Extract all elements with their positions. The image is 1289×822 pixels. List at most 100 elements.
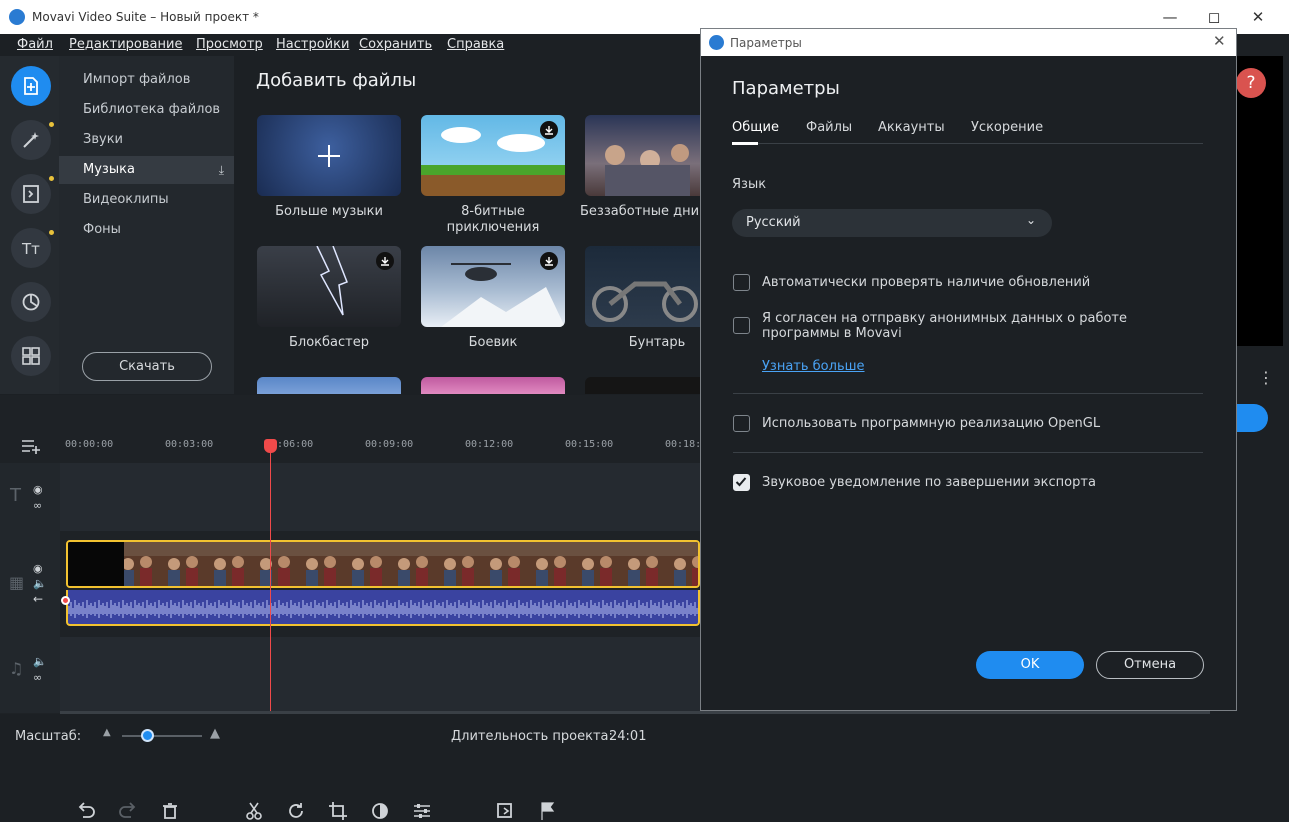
active-tab-indicator <box>732 142 758 145</box>
arrow-left-icon[interactable]: ← <box>33 592 43 606</box>
tab-acceleration[interactable]: Ускорение <box>971 120 1043 135</box>
link-icon[interactable]: ∞ <box>33 499 42 512</box>
export-sound-checkbox[interactable] <box>733 474 750 491</box>
menu-settings[interactable]: Настройки <box>276 37 349 52</box>
export-button[interactable] <box>1236 404 1268 432</box>
playhead[interactable] <box>270 440 271 712</box>
tile-carefree-days[interactable] <box>585 115 700 196</box>
category-import[interactable]: Импорт файлов <box>59 66 234 94</box>
tile-partial[interactable] <box>421 377 565 394</box>
crop-icon[interactable] <box>327 800 349 822</box>
ruler-tick: 00:15:00 <box>565 439 614 450</box>
category-library[interactable]: Библиотека файлов <box>59 96 234 124</box>
marker-flag-icon[interactable] <box>537 800 559 822</box>
opengl-checkbox[interactable] <box>733 415 750 432</box>
zoom-slider[interactable] <box>122 735 202 737</box>
tile-label: Больше музыки <box>275 204 383 219</box>
minimize-button[interactable]: — <box>1158 6 1182 28</box>
download-button[interactable]: Скачать <box>82 352 212 381</box>
color-adjust-icon[interactable] <box>369 800 391 822</box>
cancel-button[interactable]: Отмена <box>1096 651 1204 679</box>
svg-text:Tт: Tт <box>21 240 40 258</box>
category-sounds[interactable]: Звуки <box>59 126 234 154</box>
text-track[interactable] <box>60 463 700 531</box>
help-icon[interactable]: ? <box>1236 68 1266 98</box>
playhead-handle[interactable] <box>264 439 277 453</box>
download-icon[interactable] <box>540 121 558 139</box>
overlay-icon[interactable] <box>495 800 517 822</box>
ok-button[interactable]: OK <box>976 651 1084 679</box>
tile-more-music[interactable] <box>257 115 401 196</box>
window-title: Movavi Video Suite – Новый проект * <box>32 10 259 24</box>
zoom-in-icon[interactable]: ▲ <box>210 726 220 741</box>
learn-more-link[interactable]: Узнать больше <box>762 359 865 374</box>
undo-icon[interactable] <box>75 800 97 822</box>
category-backgrounds[interactable]: Фоны <box>59 216 234 244</box>
divider <box>733 452 1203 453</box>
stickers-icon[interactable] <box>11 282 51 322</box>
transitions-icon[interactable] <box>11 174 54 214</box>
tile-label: 8-битные приключения <box>446 204 540 235</box>
audio-waveform[interactable] <box>66 590 700 626</box>
magic-wand-icon[interactable] <box>11 120 54 160</box>
dialog-heading: Параметры <box>732 78 840 99</box>
maximize-button[interactable]: ◻ <box>1202 6 1226 28</box>
clip-properties-icon[interactable] <box>411 800 433 822</box>
video-clip[interactable] <box>66 540 700 588</box>
category-videoclips[interactable]: Видеоклипы <box>59 186 234 214</box>
tile-action[interactable] <box>421 246 565 327</box>
volume-keyframe[interactable] <box>61 596 70 605</box>
menu-file[interactable]: Файл <box>17 37 53 52</box>
eye-icon[interactable]: ◉ <box>33 562 43 575</box>
tile-partial[interactable] <box>585 377 700 394</box>
language-label: Язык <box>732 177 767 192</box>
tile-label: Блокбастер <box>289 335 369 350</box>
volume-icon[interactable]: 🔈 <box>33 655 47 668</box>
dialog-close-icon[interactable]: ✕ <box>1213 32 1226 50</box>
volume-icon[interactable]: 🔈 <box>33 577 47 590</box>
add-files-icon[interactable] <box>11 66 51 106</box>
anonymous-data-label: Я согласен на отправку анонимных данных … <box>762 311 1127 341</box>
tab-files[interactable]: Файлы <box>806 120 852 135</box>
titles-icon[interactable]: Tт <box>11 228 54 268</box>
zoom-slider-handle[interactable] <box>141 729 154 742</box>
cut-icon[interactable] <box>243 800 265 822</box>
category-panel: Импорт файлов Библиотека файлов Звуки Му… <box>59 56 234 394</box>
tile-8bit[interactable] <box>421 115 565 196</box>
ruler-tick: 00:03:00 <box>165 439 214 450</box>
delete-icon[interactable] <box>159 800 181 822</box>
rotate-icon[interactable] <box>285 800 307 822</box>
track-headers: T ◉ ∞ ▦ ◉ 🔈 ← ♫ 🔈 ∞ <box>0 463 60 713</box>
menu-save[interactable]: Сохранить <box>359 37 432 52</box>
tab-general[interactable]: Общие <box>732 120 779 135</box>
anonymous-data-checkbox[interactable] <box>733 317 750 334</box>
download-icon[interactable] <box>540 252 558 270</box>
zoom-out-icon[interactable]: ▲ <box>103 727 111 738</box>
close-button[interactable]: ✕ <box>1246 6 1270 28</box>
music-track[interactable] <box>60 637 700 713</box>
language-select[interactable]: Русский ⌄ <box>732 209 1052 237</box>
tile-blockbuster[interactable] <box>257 246 401 327</box>
menu-view[interactable]: Просмотр <box>196 37 263 52</box>
link-icon[interactable]: ∞ <box>33 671 42 684</box>
preview-player <box>1236 56 1283 346</box>
tabs-divider <box>733 143 1203 144</box>
download-icon[interactable] <box>376 252 394 270</box>
more-icon[interactable] <box>11 336 51 376</box>
menu-edit[interactable]: Редактирование <box>69 37 182 52</box>
auto-update-checkbox[interactable] <box>733 274 750 291</box>
redo-icon[interactable] <box>117 800 139 822</box>
music-track-icon: ♫ <box>9 659 24 678</box>
tile-partial[interactable] <box>257 377 401 394</box>
download-icon: ⤓ <box>218 163 224 177</box>
tile-rebel[interactable] <box>585 246 700 327</box>
add-track-icon[interactable] <box>20 437 42 455</box>
category-music[interactable]: Музыка ⤓ <box>59 156 234 184</box>
page-title: Добавить файлы <box>256 70 417 91</box>
tab-accounts[interactable]: Аккаунты <box>878 120 945 135</box>
dialog-window-title: Параметры <box>730 36 802 50</box>
eye-icon[interactable]: ◉ <box>33 483 43 496</box>
more-options-icon[interactable]: ⋮ <box>1258 368 1274 387</box>
menu-help[interactable]: Справка <box>447 37 504 52</box>
duration-label: Длительность проекта: <box>451 729 613 744</box>
